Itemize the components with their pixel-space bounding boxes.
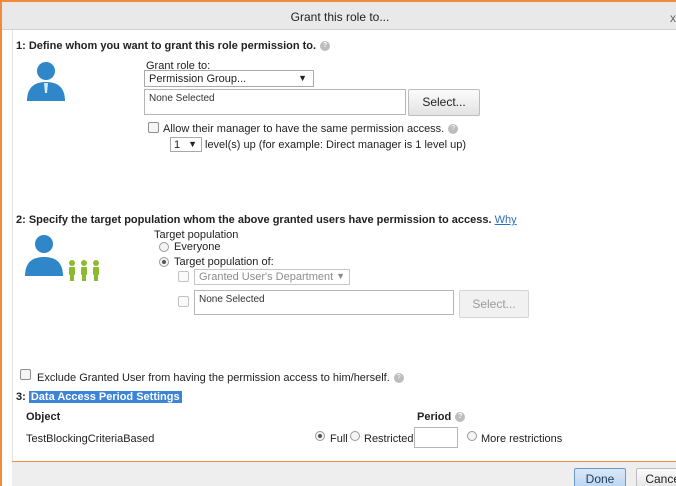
section2-heading: 2: Specify the target population whom th… [16,214,517,226]
target-population-label: Target population [154,229,239,241]
help-icon[interactable]: ? [393,373,404,384]
period-column-header: Period? [417,411,466,423]
section2-heading-text: 2: Specify the target population whom th… [16,214,492,226]
allow-manager-row: Allow their manager to have the same per… [163,123,459,135]
chevron-down-icon: ▼ [336,271,345,281]
section3-heading-text: Data Access Period Settings [28,391,182,403]
help-icon[interactable]: ? [455,412,466,423]
everyone-radio[interactable] [159,242,169,252]
close-icon[interactable]: x [670,11,676,25]
select-population-button[interactable]: Select... [459,290,529,318]
exclude-granted-user-row: Exclude Granted User from having the per… [37,372,404,384]
population-selection: None Selected [194,290,454,315]
allow-manager-label: Allow their manager to have the same per… [163,123,445,135]
period-column-header-text: Period [417,411,452,423]
department-select[interactable]: Granted User's Department ▼ [194,269,350,285]
dialog-title: Grant this role to... [290,10,390,24]
left-guide-line [12,30,13,461]
full-period-label: Full [330,433,348,445]
population-selection-checkbox[interactable] [178,296,189,307]
grant-role-dialog: Grant this role to... x 1: Define whom y… [0,0,676,486]
dialog-footer: Done Cancel [12,461,676,486]
help-icon[interactable]: ? [320,41,331,52]
done-button[interactable]: Done [574,468,626,486]
section3-heading: 3: Data Access Period Settings [16,391,182,403]
section1-heading-text: 1: Define whom you want to grant this ro… [16,40,317,52]
exclude-granted-user-label: Exclude Granted User from having the per… [37,372,390,384]
allow-manager-checkbox[interactable] [148,122,159,133]
grant-role-select-value: Permission Group... [149,73,247,85]
target-population-of-radio[interactable] [159,257,169,267]
object-row-name: TestBlockingCriteriaBased [26,433,155,445]
granted-users-selection: None Selected [144,89,406,115]
more-restrictions-label: More restrictions [481,433,563,445]
object-column-header: Object [26,411,61,423]
restricted-period-input[interactable] [414,427,458,448]
person-icon [27,62,65,101]
chevron-down-icon: ▼ [298,73,307,83]
level-select-value: 1 [174,139,181,151]
why-link[interactable]: Why [495,214,517,226]
more-restrictions-radio[interactable] [467,431,477,441]
exclude-granted-user-checkbox[interactable] [20,369,31,380]
everyone-label: Everyone [174,241,221,253]
department-checkbox[interactable] [178,271,189,282]
target-population-icon [25,235,99,281]
section3-heading-prefix: 3: [16,391,26,403]
full-period-radio[interactable] [315,431,325,441]
restricted-period-radio[interactable] [350,431,360,441]
dialog-titlebar: Grant this role to... x [2,2,676,30]
level-description: level(s) up (for example: Direct manager… [205,139,467,151]
help-icon[interactable]: ? [448,124,459,135]
department-select-value: Granted User's Department [199,271,334,283]
cancel-button[interactable]: Cancel [636,468,676,486]
grant-role-select[interactable]: Permission Group... ▼ [144,70,314,87]
section1-heading: 1: Define whom you want to grant this ro… [16,40,331,52]
target-population-of-label: Target population of: [174,256,274,268]
level-select[interactable]: 1 ▼ [170,137,202,152]
select-granted-users-button[interactable]: Select... [408,89,480,116]
restricted-period-label: Restricted [364,433,414,445]
chevron-down-icon: ▼ [188,139,197,149]
